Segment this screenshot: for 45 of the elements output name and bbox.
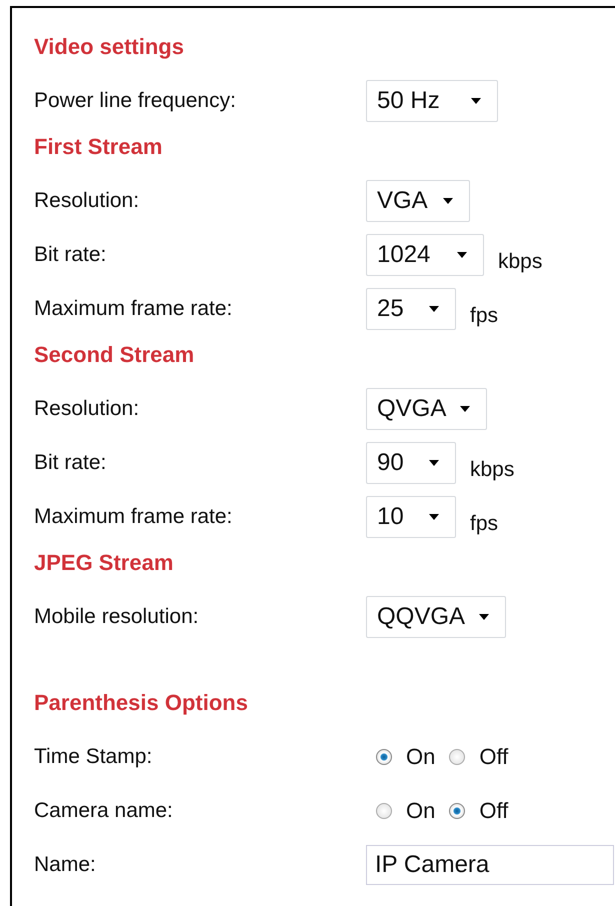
field-label: Bit rate: <box>34 243 108 267</box>
field-label: Maximum frame rate: <box>34 297 234 321</box>
radio-button[interactable] <box>376 803 392 819</box>
field-label: Bit rate: <box>34 451 108 475</box>
field-label: Name: <box>34 853 97 877</box>
dropdown[interactable]: 10 <box>366 496 456 538</box>
radio-label: On <box>406 744 436 770</box>
field-label: Mobile resolution: <box>34 605 200 629</box>
radio-label: Off <box>479 744 508 770</box>
unit-label: fps <box>470 304 498 328</box>
radio-label: Off <box>479 798 508 824</box>
caret-icon <box>429 306 439 312</box>
field-label: Time Stamp: <box>34 745 154 769</box>
caret-icon <box>443 198 453 204</box>
name-field[interactable]: IP Camera <box>366 845 614 885</box>
field-label: Resolution: <box>34 189 140 213</box>
dropdown[interactable]: 1024 <box>366 234 484 276</box>
unit-label: kbps <box>498 250 542 274</box>
caret-icon <box>457 252 467 258</box>
section-heading: Video settings <box>34 33 185 61</box>
section-heading: Second Stream <box>34 341 196 369</box>
dropdown[interactable]: 90 <box>366 442 456 484</box>
section-heading: JPEG Stream <box>34 549 174 577</box>
caret-icon <box>429 514 439 520</box>
dropdown[interactable]: 25 <box>366 288 456 330</box>
field-label: Maximum frame rate: <box>34 505 234 529</box>
caret-icon <box>479 614 490 620</box>
caret-icon <box>460 406 470 412</box>
radio-button[interactable] <box>376 749 392 765</box>
section-heading: First Stream <box>34 133 164 161</box>
field-label: Power line frequency: <box>34 89 237 113</box>
caret-icon <box>429 460 439 466</box>
caret-icon <box>471 98 481 104</box>
field-label: Resolution: <box>34 397 140 421</box>
section-heading: Parenthesis Options <box>34 689 249 717</box>
unit-label: fps <box>470 512 498 536</box>
dropdown[interactable]: QVGA <box>366 388 488 430</box>
field-label: Camera name: <box>34 799 174 823</box>
dropdown[interactable]: VGA <box>366 180 470 222</box>
dropdown[interactable]: 50 Hz <box>366 80 498 122</box>
radio-label: On <box>406 798 436 824</box>
radio-button[interactable] <box>449 749 466 765</box>
radio-button[interactable] <box>449 803 466 819</box>
unit-label: kbps <box>470 458 514 482</box>
dropdown[interactable]: QQVGA <box>366 596 506 638</box>
